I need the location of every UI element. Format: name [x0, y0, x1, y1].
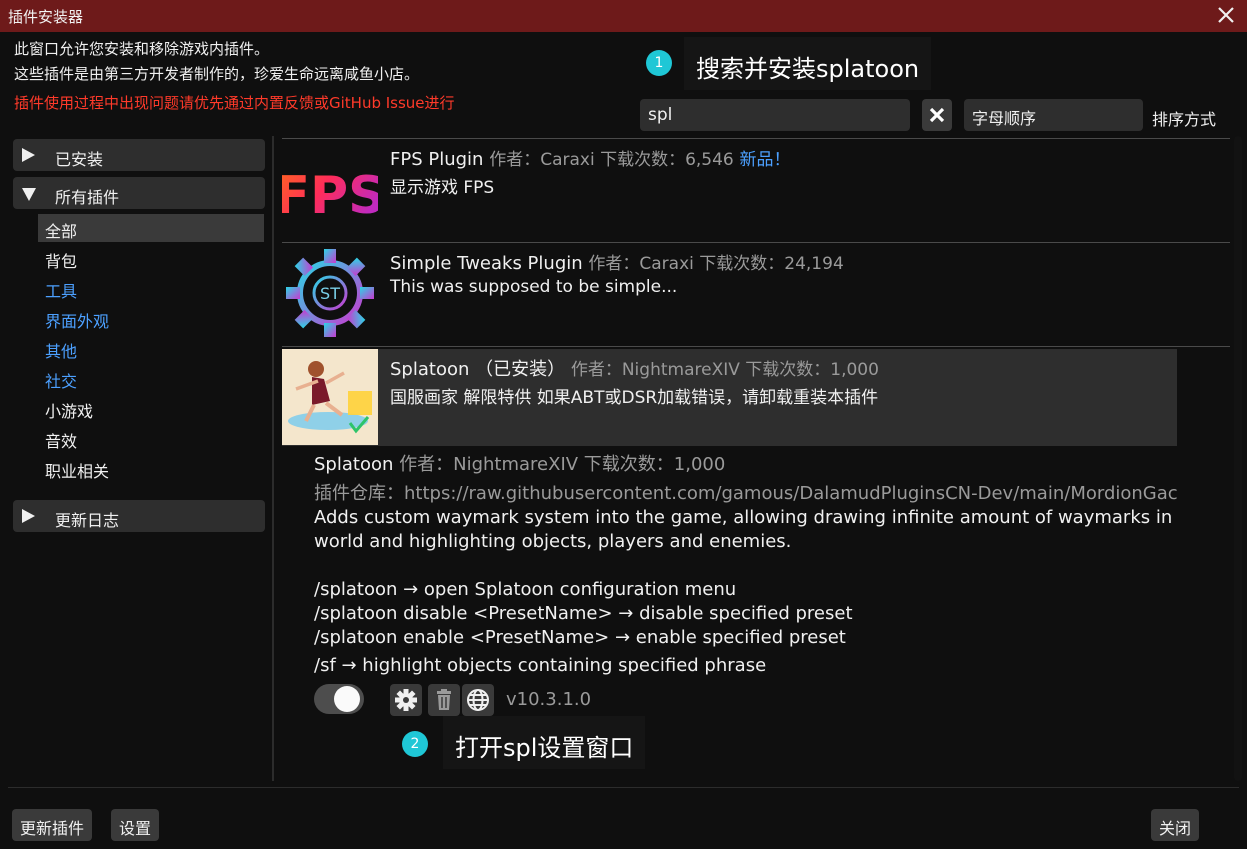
detail-title-line: Splatoon 作者：NightmareXIV 下载次数：1,000 — [314, 450, 725, 476]
category-minigames[interactable]: 小游戏 — [38, 394, 264, 422]
splatoon-plugin-icon — [282, 349, 378, 445]
detail-repo-url: 插件仓库：https://raw.githubusercontent.com/g… — [314, 483, 1178, 504]
annotation-callout-2: 打开spl设置窗口 — [443, 716, 646, 769]
settings-button[interactable]: 设置 — [111, 809, 160, 841]
close-icon[interactable] — [1215, 4, 1237, 26]
scrollbar[interactable] — [1231, 136, 1245, 781]
annotation-badge-1: 1 — [646, 50, 672, 76]
category-all[interactable]: 全部 — [38, 214, 264, 242]
plugin-title-line: Splatoon （已安装） 作者：NightmareXIV 下载次数：1,00… — [390, 355, 879, 381]
plugin-name: Splatoon （已安装） — [390, 359, 566, 380]
category-other[interactable]: 其他 — [38, 334, 264, 362]
gear-icon: ST — [282, 243, 378, 339]
sort-dropdown[interactable]: 字母顺序 — [964, 99, 1143, 131]
category-inventory[interactable]: 背包 — [38, 244, 264, 272]
new-badge: 新品！ — [739, 150, 791, 170]
plugin-name: FPS Plugin — [390, 149, 484, 170]
footer-divider — [8, 787, 1239, 788]
warning-text: 插件使用过程中出现问题请优先通过内置反馈或GitHub Issue进行 — [14, 94, 455, 112]
plugin-meta: 作者：Caraxi 下载次数：6,546 — [489, 150, 734, 170]
category-ui-appearance[interactable]: 界面外观 — [38, 304, 264, 332]
plugin-row-fps[interactable]: FPS FPS Plugin 作者：Caraxi 下载次数：6,546 新品！ … — [282, 139, 1230, 241]
svg-text:ST: ST — [320, 284, 340, 303]
close-icon — [929, 107, 945, 123]
plugin-row-simple-tweaks[interactable]: ST Simple Tweaks Plugin 作者：Caraxi 下载次数：2… — [282, 243, 1230, 345]
plugin-row-splatoon[interactable]: Splatoon （已安装） 作者：NightmareXIV 下载次数：1,00… — [282, 349, 1177, 446]
fps-plugin-icon: FPS — [282, 139, 378, 235]
description-line-1: 此窗口允许您安装和移除游戏内插件。 — [14, 40, 270, 58]
plugin-title-line: Simple Tweaks Plugin 作者：Caraxi 下载次数：24,1… — [390, 249, 844, 274]
plugin-description: 显示游戏 FPS — [390, 178, 495, 198]
gear-icon — [395, 689, 417, 711]
annotation-callout-1: 搜索并安装splatoon — [684, 37, 932, 90]
close-button[interactable]: 关闭 — [1151, 809, 1200, 841]
plugin-uninstall-button[interactable] — [428, 684, 460, 716]
installed-section[interactable]: 已安装 — [13, 139, 265, 171]
detail-meta: 作者：NightmareXIV 下载次数：1,000 — [399, 454, 726, 475]
trash-icon — [437, 689, 451, 710]
sort-label: 排序方式 — [1152, 110, 1217, 129]
category-social[interactable]: 社交 — [38, 364, 264, 392]
sidebar-divider — [272, 136, 274, 781]
detail-description-1: Adds custom waymark system into the game… — [314, 507, 1173, 528]
search-input[interactable] — [640, 99, 910, 131]
toggle-knob — [334, 686, 360, 712]
plugin-enable-toggle[interactable] — [314, 684, 364, 714]
chevron-down-icon — [22, 188, 36, 201]
window-title: 插件安装器 — [8, 8, 84, 26]
detail-command-3: /splatoon enable <PresetName> → enable s… — [314, 627, 846, 648]
plugin-description: This was supposed to be simple... — [390, 277, 678, 297]
globe-icon — [467, 689, 489, 711]
plugin-settings-button[interactable] — [390, 684, 422, 716]
category-tools[interactable]: 工具 — [38, 274, 264, 302]
row-divider — [282, 346, 1230, 347]
detail-command-1: /splatoon → open Splatoon configuration … — [314, 579, 737, 600]
clear-search-button[interactable] — [922, 99, 952, 131]
plugin-title-line: FPS Plugin 作者：Caraxi 下载次数：6,546 新品！ — [390, 145, 791, 170]
detail-description-2: world and highlighting objects, players … — [314, 531, 792, 552]
plugin-name: Simple Tweaks Plugin — [390, 253, 583, 274]
category-sidebar: 已安装 所有插件 全部 背包 工具 界面外观 其他 社交 小游戏 音效 职业相关… — [0, 136, 272, 782]
category-jobs[interactable]: 职业相关 — [38, 454, 264, 482]
installed-section-label: 已安装 — [55, 150, 104, 169]
plugin-meta: 作者：NightmareXIV 下载次数：1,000 — [570, 360, 879, 380]
changelog-section-label: 更新日志 — [55, 511, 120, 530]
all-plugins-section-label: 所有插件 — [55, 188, 120, 207]
detail-plugin-name: Splatoon — [314, 454, 394, 475]
plugin-installer-window: 插件安装器 此窗口允许您安装和移除游戏内插件。 这些插件是由第三方开发者制作的，… — [0, 0, 1247, 849]
svg-text:FPS: FPS — [282, 166, 378, 226]
detail-command-2: /splatoon disable <PresetName> → disable… — [314, 603, 853, 624]
plugin-website-button[interactable] — [462, 684, 494, 716]
title-bar: 插件安装器 — [0, 0, 1247, 32]
plugin-version: v10.3.1.0 — [506, 689, 592, 710]
annotation-badge-2: 2 — [402, 731, 428, 757]
plugin-meta: 作者：Caraxi 下载次数：24,194 — [588, 254, 844, 274]
all-plugins-section[interactable]: 所有插件 — [13, 177, 265, 209]
category-sound[interactable]: 音效 — [38, 424, 264, 452]
chevron-right-icon — [22, 509, 35, 523]
plugin-description: 国服画家 解限特供 如果ABT或DSR加载错误，请卸载重装本插件 — [390, 388, 879, 408]
changelog-section[interactable]: 更新日志 — [13, 500, 265, 532]
update-plugins-button[interactable]: 更新插件 — [12, 809, 93, 841]
description-line-2: 这些插件是由第三方开发者制作的，珍爱生命远离咸鱼小店。 — [14, 65, 420, 83]
detail-command-4: /sf → highlight objects containing speci… — [314, 655, 767, 676]
chevron-right-icon — [22, 148, 35, 162]
